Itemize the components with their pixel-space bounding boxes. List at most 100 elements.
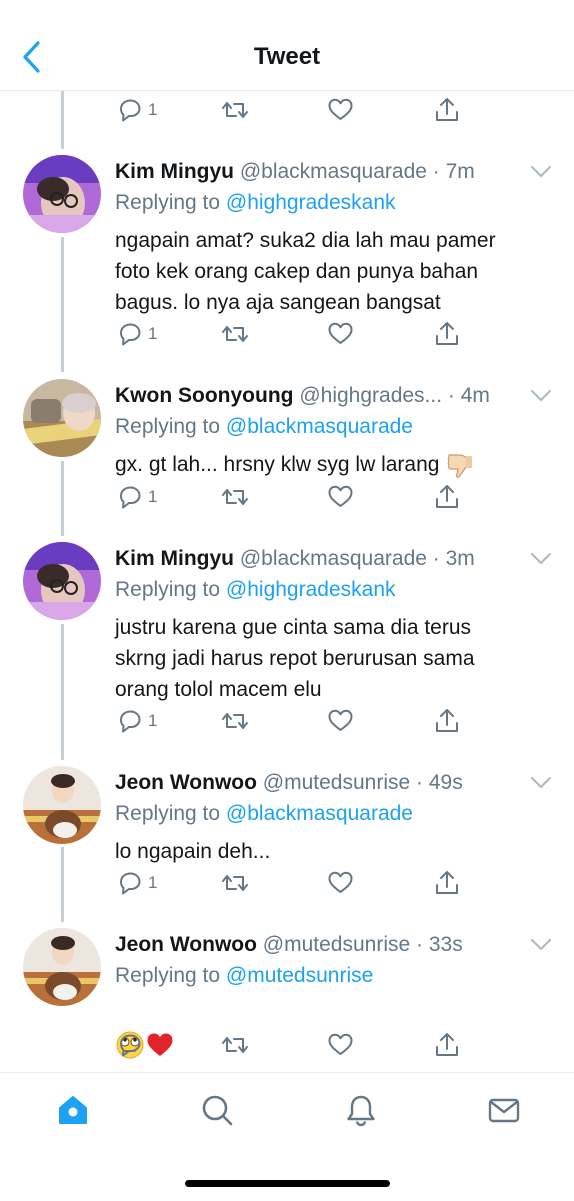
- reply-icon: [120, 323, 141, 346]
- reply-button[interactable]: [117, 1028, 143, 1062]
- display-name[interactable]: Jeon Wonwoo: [115, 933, 257, 956]
- reply-count: 1: [148, 873, 158, 892]
- reply-button[interactable]: 1: [117, 317, 157, 351]
- like-button[interactable]: [327, 1028, 354, 1062]
- avatar[interactable]: [23, 766, 101, 844]
- avatar[interactable]: [23, 542, 101, 620]
- timestamp: 4m: [460, 384, 490, 407]
- replying-to-link[interactable]: @highgradeskank: [226, 191, 396, 214]
- heart-icon: [328, 322, 353, 344]
- replying-label: Replying to: [115, 802, 226, 825]
- home-icon[interactable]: [56, 1093, 90, 1127]
- avatar[interactable]: [23, 928, 101, 1006]
- replying-to-link[interactable]: @blackmasquarade: [226, 415, 413, 438]
- reply-button[interactable]: 1: [117, 704, 157, 738]
- chevron-down-icon[interactable]: [530, 938, 552, 952]
- share-icon: [436, 485, 458, 508]
- reply-icon: [120, 1034, 141, 1057]
- heart-icon: [328, 709, 353, 731]
- reply-button[interactable]: 1: [117, 93, 157, 127]
- share-button[interactable]: [434, 480, 460, 514]
- chevron-down-icon[interactable]: [530, 552, 552, 566]
- retweet-icon: [222, 489, 248, 505]
- avatar-image: [23, 928, 101, 1006]
- share-button[interactable]: [434, 704, 460, 738]
- display-name[interactable]: Jeon Wonwoo: [115, 771, 257, 794]
- retweet-button[interactable]: [221, 866, 249, 900]
- chevron-down-icon[interactable]: [530, 165, 552, 179]
- like-button[interactable]: [327, 704, 354, 738]
- handle[interactable]: @highgrades...: [299, 384, 442, 407]
- chevron-down-icon[interactable]: [530, 776, 552, 790]
- reply-icon: [120, 99, 141, 122]
- tweet-actions: 1: [0, 317, 574, 351]
- handle[interactable]: @mutedsunrise: [263, 933, 410, 956]
- share-button[interactable]: [434, 1028, 460, 1062]
- replying-label: Replying to: [115, 191, 226, 214]
- retweet-button[interactable]: [221, 704, 249, 738]
- tweet-text: lo ngapain deh...: [115, 840, 271, 863]
- replying-to-link[interactable]: @blackmasquarade: [226, 802, 413, 825]
- reply-icon: [120, 486, 141, 509]
- retweet-icon: [222, 713, 248, 729]
- reply-button[interactable]: 1: [117, 866, 157, 900]
- share-button[interactable]: [434, 317, 460, 351]
- share-button[interactable]: [434, 93, 460, 127]
- like-button[interactable]: [327, 93, 354, 127]
- search-icon[interactable]: [200, 1093, 234, 1127]
- timestamp: 33s: [428, 933, 463, 956]
- handle[interactable]: @mutedsunrise: [263, 771, 410, 794]
- share-icon: [436, 709, 458, 732]
- replying-to-link[interactable]: @mutedsunrise: [226, 964, 373, 987]
- retweet-icon: [222, 326, 248, 342]
- reply-count: 1: [148, 487, 158, 506]
- retweet-button[interactable]: [221, 93, 249, 127]
- tweet-actions: 1: [0, 866, 574, 900]
- like-button[interactable]: [327, 317, 354, 351]
- handle[interactable]: @blackmasquarade: [240, 547, 427, 570]
- tweet-actions: 1: [0, 480, 574, 514]
- tweet-text: gx. gt lah... hrsny klw syg lw larang: [115, 453, 440, 476]
- share-icon: [436, 98, 458, 121]
- like-button[interactable]: [327, 480, 354, 514]
- retweet-button[interactable]: [221, 480, 249, 514]
- thread-line: [61, 237, 64, 372]
- replying-label: Replying to: [115, 578, 226, 601]
- retweet-button[interactable]: [221, 317, 249, 351]
- tweet-actions: 1: [0, 704, 574, 738]
- heart-icon: [328, 871, 353, 893]
- share-button[interactable]: [434, 866, 460, 900]
- retweet-icon: [222, 1037, 248, 1053]
- avatar[interactable]: [23, 379, 101, 457]
- avatar-image: [23, 379, 101, 457]
- reply-icon: [120, 710, 141, 733]
- thread-line: [61, 624, 64, 760]
- reply-icon: [120, 872, 141, 895]
- messages-icon[interactable]: [487, 1093, 521, 1127]
- timestamp: 3m: [445, 547, 475, 570]
- display-name[interactable]: Kim Mingyu: [115, 547, 234, 570]
- avatar-image: [23, 542, 101, 620]
- tweet-actions: [0, 1028, 574, 1062]
- page-title: Tweet: [253, 43, 321, 70]
- reply-button[interactable]: 1: [117, 480, 157, 514]
- timestamp: 7m: [445, 160, 475, 183]
- handle[interactable]: @blackmasquarade: [240, 160, 427, 183]
- timestamp: 49s: [428, 771, 463, 794]
- replying-to-link[interactable]: @highgradeskank: [226, 578, 396, 601]
- avatar[interactable]: [23, 155, 101, 233]
- display-name[interactable]: Kwon Soonyoung: [115, 384, 293, 407]
- tweet-actions: 1: [0, 93, 574, 127]
- reply-count: 1: [148, 324, 158, 343]
- retweet-button[interactable]: [221, 1028, 249, 1062]
- heart-icon: [328, 1033, 353, 1055]
- chevron-down-icon[interactable]: [530, 389, 552, 403]
- replying-label: Replying to: [115, 415, 226, 438]
- like-button[interactable]: [327, 866, 354, 900]
- replying-label: Replying to: [115, 964, 226, 987]
- share-icon: [436, 1033, 458, 1056]
- tweet-text: justru karena gue cinta sama dia terus s…: [115, 616, 475, 701]
- display-name[interactable]: Kim Mingyu: [115, 160, 234, 183]
- avatar-image: [23, 766, 101, 844]
- notifications-icon[interactable]: [344, 1093, 378, 1127]
